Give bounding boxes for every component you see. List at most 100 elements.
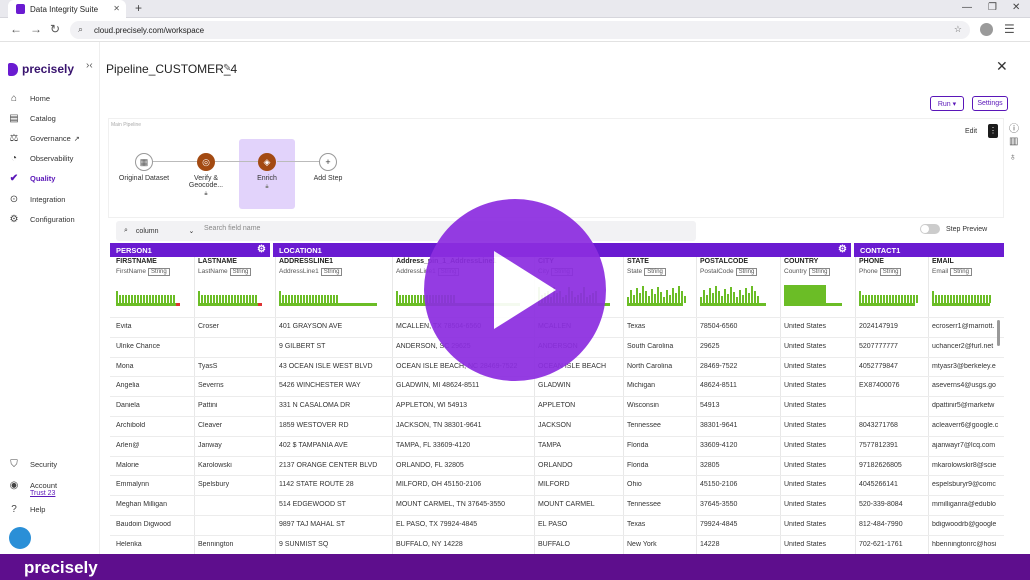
table-cell[interactable]: JACKSON bbox=[538, 422, 624, 429]
sidebar-item-quality[interactable]: ✔ Quality bbox=[8, 173, 56, 184]
table-cell[interactable]: Mona bbox=[116, 363, 194, 370]
sidebar-item-security[interactable]: ⛉ Security bbox=[8, 459, 57, 470]
table-cell[interactable]: 2137 ORANGE CENTER BLVD bbox=[279, 462, 391, 469]
table-cell[interactable]: 78504-6560 bbox=[700, 323, 780, 330]
sidebar-item-observability[interactable]: ◔ Observability bbox=[8, 153, 73, 164]
table-cell[interactable]: EL PASO bbox=[538, 521, 624, 528]
table-cell[interactable]: ajanwayr7@lcq.com bbox=[932, 442, 1004, 449]
table-cell[interactable]: 812-484-7990 bbox=[859, 521, 929, 528]
run-button[interactable]: Run ▾ bbox=[930, 96, 964, 111]
table-cell[interactable]: Florida bbox=[627, 442, 697, 449]
reload-icon[interactable]: ↻ bbox=[50, 22, 60, 36]
table-cell[interactable]: United States bbox=[784, 323, 856, 330]
pencil-icon[interactable]: ✎ bbox=[223, 63, 231, 74]
table-cell[interactable]: 29625 bbox=[700, 343, 780, 350]
table-cell[interactable]: APPLETON bbox=[538, 402, 624, 409]
bulb-icon[interactable]: ♁ bbox=[1009, 152, 1017, 163]
table-cell[interactable]: Janway bbox=[198, 442, 276, 449]
browser-tab[interactable]: Data Integrity Suite ✕ bbox=[8, 0, 126, 18]
table-cell[interactable]: ORLANDO bbox=[538, 462, 624, 469]
table-cell[interactable]: TyasS bbox=[198, 363, 276, 370]
table-cell[interactable]: Baudoin Digwood bbox=[116, 521, 194, 528]
step-preview-toggle[interactable]: Step Preview bbox=[920, 224, 987, 234]
step-verify-geocode[interactable]: ◎ Verify & Geocode... 🔒︎ bbox=[176, 153, 236, 198]
table-cell[interactable]: Texas bbox=[627, 521, 697, 528]
table-cell[interactable]: United States bbox=[784, 521, 856, 528]
table-cell[interactable]: mmilliganra@edublo bbox=[932, 501, 1004, 508]
profile-avatar[interactable] bbox=[980, 23, 993, 36]
table-cell[interactable]: 48624-8511 bbox=[700, 382, 780, 389]
table-cell[interactable]: ecroserr1@marriott. bbox=[932, 323, 1004, 330]
table-cell[interactable]: 14228 bbox=[700, 541, 780, 548]
table-cell[interactable]: Evita bbox=[116, 323, 194, 330]
table-cell[interactable]: 9 GILBERT ST bbox=[279, 343, 391, 350]
column-header[interactable]: POSTALCODE PostalCode String bbox=[700, 257, 780, 306]
table-cell[interactable]: United States bbox=[784, 422, 856, 429]
table-cell[interactable]: Wisconsin bbox=[627, 402, 697, 409]
table-cell[interactable]: United States bbox=[784, 343, 856, 350]
sidebar-item-integration[interactable]: ⊙ Integration bbox=[8, 194, 66, 205]
table-cell[interactable]: bdigwoodrb@google bbox=[932, 521, 1004, 528]
table-cell[interactable]: 2024147919 bbox=[859, 323, 929, 330]
table-cell[interactable]: Severns bbox=[198, 382, 276, 389]
table-cell[interactable]: hbenningtonrc@hosi bbox=[932, 541, 1004, 548]
bookmark-icon[interactable]: ☆ bbox=[954, 24, 962, 35]
info-icon[interactable]: ⓘ bbox=[1009, 120, 1019, 135]
table-cell[interactable]: mtyasr3@berkeley.e bbox=[932, 363, 1004, 370]
table-cell[interactable]: 43 OCEAN ISLE WEST BLVD bbox=[279, 363, 391, 370]
table-cell[interactable]: Angelia bbox=[116, 382, 194, 389]
new-tab-icon[interactable]: + bbox=[135, 1, 142, 15]
table-cell[interactable]: Spelsbury bbox=[198, 481, 276, 488]
table-cell[interactable]: 1859 WESTOVER RD bbox=[279, 422, 391, 429]
close-tab-icon[interactable]: ✕ bbox=[113, 4, 120, 13]
table-cell[interactable]: Tennessee bbox=[627, 501, 697, 508]
table-cell[interactable]: Florida bbox=[627, 462, 697, 469]
column-header[interactable]: ADDRESSLINE1 AddressLine1 String bbox=[279, 257, 391, 306]
table-cell[interactable]: BUFFALO, NY 14228 bbox=[396, 541, 534, 548]
table-cell[interactable]: 4045266141 bbox=[859, 481, 929, 488]
sidebar-item-configuration[interactable]: ⚙ Configuration bbox=[8, 214, 75, 225]
table-cell[interactable]: dpattinir5@marketw bbox=[932, 402, 1004, 409]
table-cell[interactable]: TAMPA bbox=[538, 442, 624, 449]
table-cell[interactable]: 331 N CASALOMA DR bbox=[279, 402, 391, 409]
app-logo[interactable]: precisely bbox=[8, 62, 74, 76]
table-cell[interactable]: MILFORD, OH 45150-2106 bbox=[396, 481, 534, 488]
sidebar-item-help[interactable]: ? Help bbox=[8, 504, 45, 515]
table-cell[interactable]: BUFFALO bbox=[538, 541, 624, 548]
column-select[interactable]: ⌕ column ⌄ bbox=[120, 224, 202, 238]
table-cell[interactable]: 4052779847 bbox=[859, 363, 929, 370]
table-cell[interactable]: Tennessee bbox=[627, 422, 697, 429]
table-cell[interactable]: Ulrike Chance bbox=[116, 343, 194, 350]
table-cell[interactable]: espelsburyr9@comc bbox=[932, 481, 1004, 488]
toggle-switch[interactable] bbox=[920, 224, 940, 234]
table-cell[interactable]: 45150-2106 bbox=[700, 481, 780, 488]
minimize-icon[interactable]: — bbox=[962, 2, 972, 13]
table-cell[interactable]: 401 GRAYSON AVE bbox=[279, 323, 391, 330]
table-cell[interactable]: New York bbox=[627, 541, 697, 548]
table-cell[interactable]: 7577812391 bbox=[859, 442, 929, 449]
table-cell[interactable]: GLADWIN bbox=[538, 382, 624, 389]
column-header[interactable]: FIRSTNAME FirstName String bbox=[116, 257, 194, 306]
forward-icon[interactable]: → bbox=[30, 22, 42, 36]
table-cell[interactable]: United States bbox=[784, 382, 856, 389]
table-cell[interactable]: 402 $ TAMPANIA AVE bbox=[279, 442, 391, 449]
table-cell[interactable]: Cleaver bbox=[198, 422, 276, 429]
table-cell[interactable]: 9 SUNMIST SQ bbox=[279, 541, 391, 548]
table-cell[interactable]: Arlen@ bbox=[116, 442, 194, 449]
table-cell[interactable]: Meghan Milligan bbox=[116, 501, 194, 508]
table-cell[interactable]: South Carolina bbox=[627, 343, 697, 350]
table-cell[interactable]: 5426 WINCHESTER WAY bbox=[279, 382, 391, 389]
settings-button[interactable]: Settings bbox=[972, 96, 1008, 111]
table-cell[interactable]: 54913 bbox=[700, 402, 780, 409]
table-cell[interactable]: 33609-4120 bbox=[700, 442, 780, 449]
table-cell[interactable]: 514 EDGEWOOD ST bbox=[279, 501, 391, 508]
table-cell[interactable]: 8043271768 bbox=[859, 422, 929, 429]
chart-icon[interactable]: ▥ bbox=[1009, 136, 1018, 147]
table-cell[interactable]: 79924-4845 bbox=[700, 521, 780, 528]
column-header[interactable]: EMAIL Email String bbox=[932, 257, 1004, 306]
table-cell[interactable]: Helenka bbox=[116, 541, 194, 548]
play-button[interactable] bbox=[424, 199, 606, 381]
table-cell[interactable]: North Carolina bbox=[627, 363, 697, 370]
table-cell[interactable]: United States bbox=[784, 363, 856, 370]
close-icon[interactable]: ✕ bbox=[996, 58, 1008, 75]
